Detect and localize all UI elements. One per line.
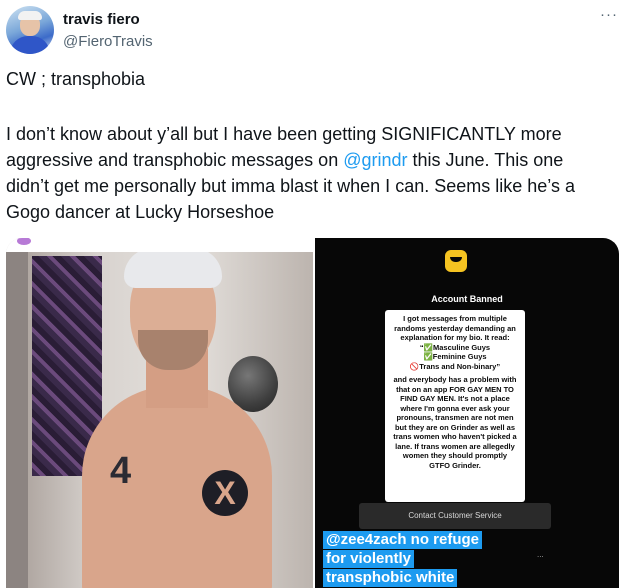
- story-line: trans women who haven't picked a: [393, 432, 517, 441]
- mention-link-grindr[interactable]: @grindr: [343, 150, 407, 170]
- story-line: ✅Feminine Guys: [423, 352, 487, 361]
- tattoo-four: 4: [110, 450, 132, 492]
- tweet-text-line-1: CW ; transphobia: [6, 69, 146, 89]
- tweet-header: travis fiero @FieroTravis ···: [0, 0, 619, 60]
- story-line: where I'm gonna ever ask your: [400, 403, 510, 413]
- media-photo-right[interactable]: Account Banned I got messages from multi…: [315, 238, 619, 588]
- story-text-card: I got messages from multiple randoms yes…: [385, 310, 525, 502]
- tweet-text-line-2: I don’t know about y’all but I have been…: [6, 124, 562, 144]
- story-line: “✅Masculine Guys: [419, 342, 491, 352]
- story-line: FIND GAY MEN. It's not a place: [400, 394, 510, 403]
- tweet-media[interactable]: 4 X Account Banned I got messages from m…: [6, 238, 619, 588]
- media-photo-left[interactable]: 4 X: [6, 238, 313, 588]
- story-line: I got messages from multiple: [403, 314, 507, 323]
- avatar-hair: [18, 11, 42, 20]
- author-display-name[interactable]: travis fiero: [63, 11, 140, 28]
- overlay-caption-line: for violently: [323, 550, 415, 568]
- story-line: lane. If trans women are allegedly: [395, 441, 515, 451]
- contact-customer-service-button[interactable]: Contact Customer Service: [359, 503, 551, 529]
- avatar-jacket: [10, 36, 50, 54]
- author-avatar[interactable]: [6, 6, 54, 54]
- tweet-text-line-4: didn’t get me personally but imma blast …: [6, 176, 575, 196]
- story-line: randoms yesterday demanding an: [394, 323, 516, 333]
- author-handle[interactable]: @FieroTravis: [63, 33, 153, 50]
- more-options-icon[interactable]: ···: [600, 6, 618, 23]
- tattoo-x-circle: X: [202, 470, 248, 516]
- photo-top-frame: [6, 238, 313, 252]
- overlay-caption-line: transphobic white: [323, 569, 458, 587]
- overlay-caption-line: @zee4zach no refuge: [323, 531, 483, 549]
- story-line: GTFO Grinder.: [429, 460, 481, 470]
- story-line: and everybody has a problem with: [393, 375, 517, 384]
- story-line: that on an app FOR GAY MEN TO: [396, 384, 514, 394]
- tweet-text-line-3: aggressive and transphobic messages on @…: [6, 147, 563, 173]
- photo-hair: [124, 248, 222, 288]
- story-line: 🚫Trans and Non-binary”: [409, 361, 501, 371]
- photo-door-frame: [6, 252, 28, 588]
- story-line: explanation for my bio. It read:: [400, 333, 510, 342]
- story-line: but they are on Grinder as well as: [394, 422, 516, 432]
- reply-more-icon[interactable]: ...: [537, 550, 553, 559]
- story-line: women they should promptly: [402, 451, 508, 460]
- grindr-logo-icon: [445, 250, 467, 272]
- tweet-text-fragment: this June. This one: [407, 150, 564, 170]
- account-banned-title: Account Banned: [431, 294, 503, 304]
- tweet-text-line-5: Gogo dancer at Lucky Horseshoe: [6, 202, 275, 222]
- tweet-text-fragment: aggressive and transphobic messages on: [6, 150, 339, 170]
- story-line: pronouns, transmen are not men: [396, 413, 514, 422]
